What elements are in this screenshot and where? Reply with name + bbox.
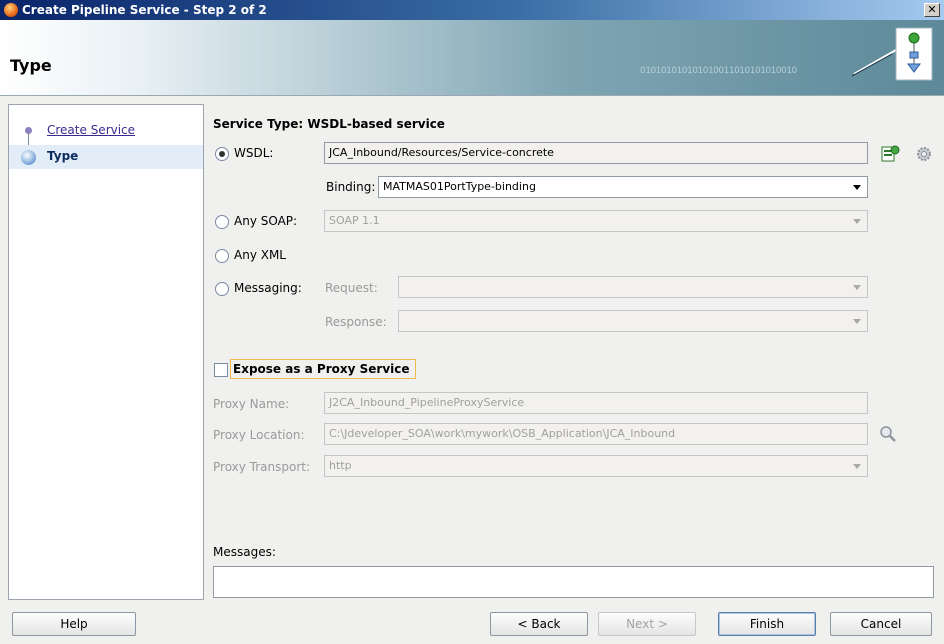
expose-proxy-checkbox[interactable] [214, 363, 228, 377]
request-select[interactable] [398, 276, 868, 298]
chevron-down-icon [853, 319, 861, 324]
binding-value: MATMAS01PortType-binding [383, 180, 536, 193]
wizard-steps-panel: Create Service Type [8, 104, 204, 600]
proxy-name-label: Proxy Name: [213, 397, 290, 411]
step-type-label[interactable]: Type [47, 149, 78, 163]
messaging-radio[interactable] [215, 282, 229, 296]
binding-select[interactable]: MATMAS01PortType-binding [378, 176, 868, 198]
app-icon [4, 3, 18, 17]
gear-icon[interactable] [914, 144, 934, 164]
dialog-window: Create Pipeline Service - Step 2 of 2 ✕ … [0, 0, 944, 644]
step-current-icon [21, 150, 36, 165]
wsdl-field[interactable]: JCA_Inbound/Resources/Service-concrete [324, 142, 868, 164]
messages-label: Messages: [213, 545, 276, 559]
pipeline-graphic-icon [851, 27, 933, 81]
close-icon[interactable]: ✕ [924, 3, 940, 17]
window-title: Create Pipeline Service - Step 2 of 2 [22, 3, 267, 17]
any-xml-radio[interactable] [215, 249, 229, 263]
any-xml-label: Any XML [234, 248, 286, 262]
messages-area[interactable] [213, 566, 934, 598]
proxy-location-label: Proxy Location: [213, 428, 305, 442]
proxy-name-field[interactable]: J2CA_Inbound_PipelineProxyService [324, 392, 868, 414]
response-select[interactable] [398, 310, 868, 332]
any-soap-label: Any SOAP: [234, 214, 298, 228]
wsdl-radio[interactable] [215, 147, 229, 161]
wsdl-label: WSDL: [234, 146, 274, 160]
proxy-transport-label: Proxy Transport: [213, 460, 311, 474]
magnifier-icon[interactable] [878, 424, 898, 444]
step-create-service-label[interactable]: Create Service [47, 123, 135, 137]
soap-version-select[interactable]: SOAP 1.1 [324, 210, 868, 232]
expose-proxy-label[interactable]: Expose as a Proxy Service [233, 362, 410, 376]
request-label: Request: [325, 281, 378, 295]
step-type[interactable]: Type [9, 145, 203, 169]
chevron-down-icon [853, 285, 861, 290]
chevron-down-icon [853, 185, 861, 190]
main-panel: Service Type: WSDL-based service WSDL: J… [204, 104, 940, 600]
chevron-down-icon [853, 464, 861, 469]
proxy-transport-value: http [329, 459, 352, 472]
service-type-heading: Service Type: WSDL-based service [213, 117, 445, 131]
help-button[interactable]: Help [12, 612, 136, 636]
response-label: Response: [325, 315, 387, 329]
page-title: Type [10, 56, 52, 75]
binding-label: Binding: [326, 180, 376, 194]
back-button[interactable]: < Back [490, 612, 588, 636]
button-bar: Help < Back Next > Finish Cancel [0, 604, 944, 644]
next-button[interactable]: Next > [598, 612, 696, 636]
messaging-label: Messaging: [234, 281, 302, 295]
chevron-down-icon [853, 219, 861, 224]
wizard-header: Type 010101010101010011010101010010 [0, 20, 944, 96]
soap-version-value: SOAP 1.1 [329, 214, 380, 227]
proxy-location-field[interactable]: C:\Jdeveloper_SOA\work\mywork\OSB_Applic… [324, 423, 868, 445]
wsdl-browse-icon[interactable] [880, 144, 900, 164]
header-binary-decoration: 010101010101010011010101010010 [640, 66, 797, 76]
title-bar: Create Pipeline Service - Step 2 of 2 ✕ [0, 0, 944, 20]
step-create-service[interactable]: Create Service [9, 119, 203, 143]
finish-button[interactable]: Finish [718, 612, 816, 636]
proxy-transport-select[interactable]: http [324, 455, 868, 477]
cancel-button[interactable]: Cancel [830, 612, 932, 636]
any-soap-radio[interactable] [215, 215, 229, 229]
